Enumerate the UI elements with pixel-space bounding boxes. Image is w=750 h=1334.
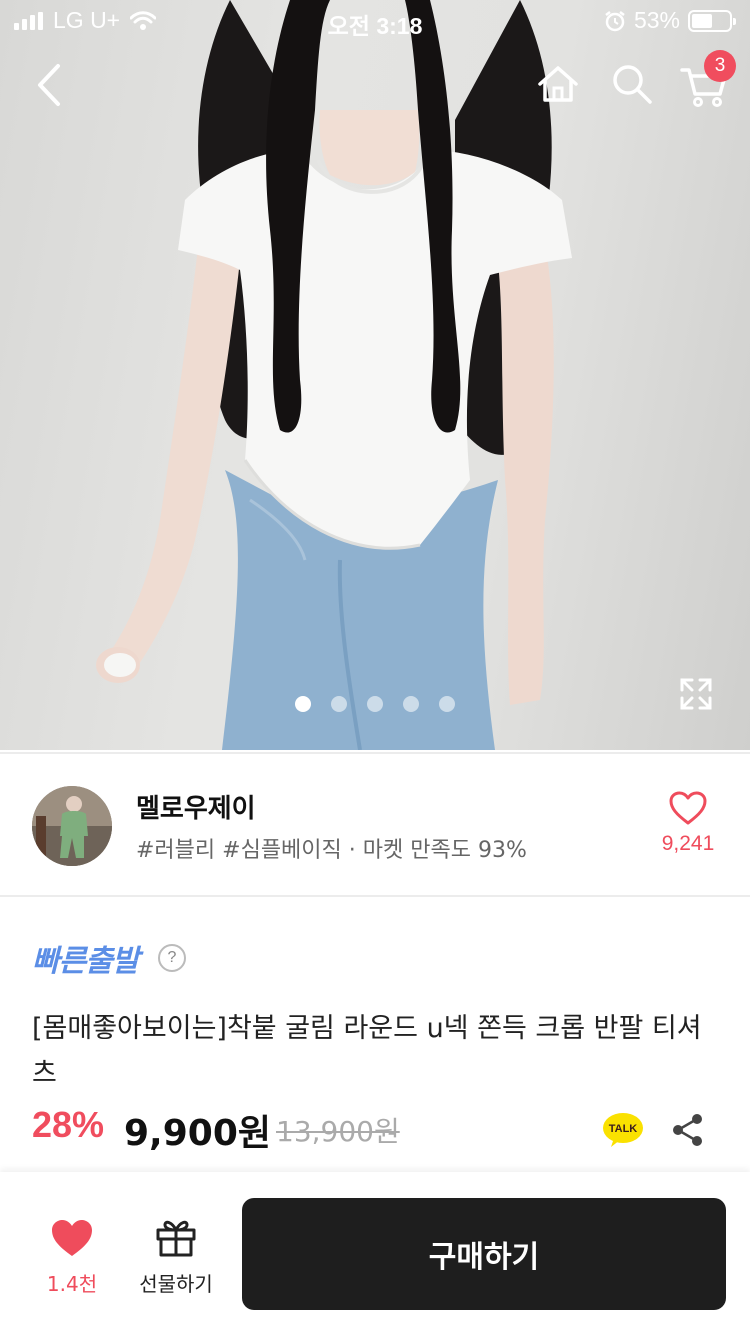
pagination-dot[interactable] (367, 696, 383, 712)
product-detail-screen: LG U+ 오전 3:18 53% 3 멜로우제이 #러블리 #심플베이직 · … (0, 0, 750, 1334)
gift-label: 선물하기 (139, 1272, 213, 1296)
fullscreen-expand-icon[interactable] (676, 674, 716, 714)
status-bar: LG U+ 오전 3:18 53% (0, 0, 750, 40)
battery-icon (688, 9, 736, 32)
product-image-carousel[interactable]: LG U+ 오전 3:18 53% 3 (0, 0, 750, 750)
sale-price: 9,900원 (124, 1113, 271, 1154)
product-title: [몸매좋아보이는]착붙 굴림 라운드 u넥 쫀득 크롭 반팔 티셔츠 (32, 1013, 702, 1089)
discount-rate: 28% (32, 1104, 105, 1145)
search-icon[interactable] (608, 60, 656, 108)
battery-percent: 53% (633, 7, 680, 33)
kakao-talk-icon[interactable]: TALK (602, 1112, 644, 1148)
pagination-dot[interactable] (295, 696, 311, 712)
fast-shipping-label: 빠른출발 (32, 944, 139, 979)
pagination-dot[interactable] (439, 696, 455, 712)
original-price: 13,900원 (276, 1115, 400, 1148)
shop-info-row[interactable]: 멜로우제이 #러블리 #심플베이직 · 마켓 만족도 93% (0, 752, 750, 897)
shop-avatar-image (32, 786, 112, 866)
pagination-dot[interactable] (403, 696, 419, 712)
back-icon[interactable] (30, 60, 70, 110)
home-icon[interactable] (534, 60, 582, 108)
heart-outline-icon[interactable] (668, 790, 708, 826)
heart-filled-icon (52, 1220, 92, 1256)
bottom-action-bar: 1.4천 선물하기 구매하기 (0, 1172, 750, 1334)
shop-name[interactable]: 멜로우제이 (136, 788, 256, 825)
share-icon[interactable] (670, 1112, 706, 1148)
buy-button[interactable]: 구매하기 (242, 1198, 726, 1310)
talk-label: TALK (609, 1123, 638, 1135)
like-button[interactable]: 1.4천 (30, 1218, 114, 1297)
gift-button[interactable]: 선물하기 (128, 1216, 224, 1297)
shop-avatar[interactable] (32, 786, 112, 866)
help-icon[interactable]: ? (158, 944, 186, 972)
like-count-label: 1.4천 (46, 1272, 98, 1296)
alarm-icon (605, 10, 625, 31)
shop-tags: #러블리 #심플베이직 · 마켓 만족도 93% (136, 838, 527, 863)
pagination-dot[interactable] (331, 696, 347, 712)
cart-count-badge: 3 (704, 50, 736, 82)
carousel-pagination (0, 696, 750, 712)
shop-like-count: 9,241 (661, 832, 715, 855)
gift-icon (156, 1220, 196, 1257)
product-photo (96, 0, 572, 750)
